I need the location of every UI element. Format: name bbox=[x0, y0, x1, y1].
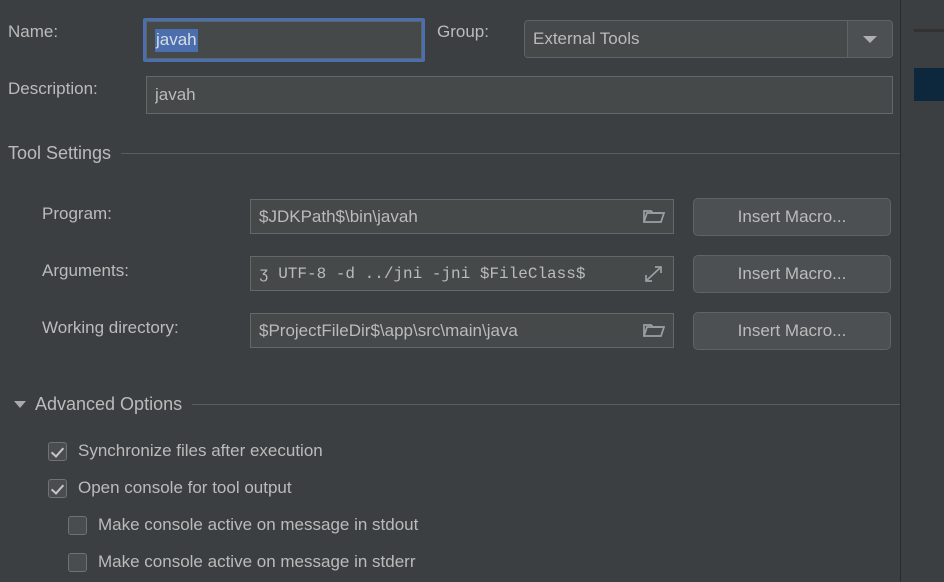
description-label: Description: bbox=[8, 79, 98, 98]
checkbox-synchronize-files[interactable]: Synchronize files after execution bbox=[48, 441, 323, 461]
checkbox-box[interactable] bbox=[48, 441, 67, 461]
section-divider bbox=[192, 404, 900, 405]
side-panel-divider bbox=[914, 29, 944, 32]
name-label: Name: bbox=[8, 22, 59, 41]
arguments-row-label: Arguments: bbox=[42, 261, 129, 281]
folder-icon[interactable] bbox=[643, 322, 665, 339]
name-input-inner[interactable]: javah bbox=[146, 21, 422, 59]
checkbox-label: Make console active on message in stderr bbox=[98, 552, 416, 571]
working-directory-input-value: $ProjectFileDir$\app\src\main\java bbox=[259, 320, 518, 340]
checkbox-label: Open console for tool output bbox=[78, 478, 292, 497]
checkbox-box[interactable] bbox=[68, 515, 87, 535]
section-divider bbox=[121, 153, 900, 154]
tool-settings-title: Tool Settings bbox=[8, 143, 112, 163]
checkbox-label: Make console active on message in stdout bbox=[98, 515, 419, 534]
arguments-input[interactable]: ʒ UTF-8 -d ../jni -jni $FileClass$ bbox=[250, 256, 674, 291]
name-input[interactable]: javah bbox=[143, 18, 425, 62]
group-dropdown[interactable]: External Tools bbox=[524, 20, 893, 58]
description-row: Description: bbox=[8, 79, 98, 99]
group-label: Group: bbox=[437, 22, 489, 41]
program-row-label: Program: bbox=[42, 204, 112, 224]
expand-icon[interactable] bbox=[643, 264, 665, 284]
arguments-label: Arguments: bbox=[42, 261, 129, 280]
insert-macro-working-directory-button[interactable]: Insert Macro... bbox=[693, 312, 891, 350]
advanced-options-title: Advanced Options bbox=[35, 394, 183, 414]
external-tool-editor-dialog: Name: javah Group: External Tools Descri… bbox=[0, 0, 944, 582]
group-dropdown-value[interactable]: External Tools bbox=[525, 21, 848, 57]
name-input-value: javah bbox=[155, 28, 198, 52]
insert-macro-program-button[interactable]: Insert Macro... bbox=[693, 198, 891, 236]
group-row: Group: bbox=[437, 22, 489, 42]
program-input-value: $JDKPath$\bin\javah bbox=[259, 206, 418, 226]
description-input[interactable]: javah bbox=[146, 76, 893, 114]
checkbox-open-console[interactable]: Open console for tool output bbox=[48, 478, 292, 498]
insert-macro-arguments-button[interactable]: Insert Macro... bbox=[693, 255, 891, 293]
arguments-input-value: ʒ UTF-8 -d ../jni -jni $FileClass$ bbox=[259, 264, 586, 283]
insert-macro-program-label: Insert Macro... bbox=[737, 207, 847, 226]
side-panel-selected-row[interactable] bbox=[914, 68, 944, 101]
insert-macro-arguments-label: Insert Macro... bbox=[737, 264, 847, 283]
advanced-options-section-header[interactable]: Advanced Options bbox=[14, 394, 900, 415]
program-label: Program: bbox=[42, 204, 112, 223]
triangle-down-icon[interactable] bbox=[14, 401, 26, 408]
program-input[interactable]: $JDKPath$\bin\javah bbox=[250, 199, 674, 234]
working-directory-label: Working directory: bbox=[42, 318, 179, 337]
chevron-down-icon[interactable] bbox=[848, 21, 892, 57]
checkbox-console-active-stdout[interactable]: Make console active on message in stdout bbox=[68, 515, 418, 535]
side-panel bbox=[900, 0, 944, 582]
insert-macro-working-directory-label: Insert Macro... bbox=[737, 321, 847, 340]
checkbox-console-active-stderr[interactable]: Make console active on message in stderr bbox=[68, 552, 416, 572]
checkbox-box[interactable] bbox=[48, 478, 67, 498]
name-row: Name: bbox=[8, 22, 58, 42]
working-directory-input[interactable]: $ProjectFileDir$\app\src\main\java bbox=[250, 313, 674, 348]
description-input-value: javah bbox=[155, 85, 196, 104]
checkbox-box[interactable] bbox=[68, 552, 87, 572]
working-directory-row-label: Working directory: bbox=[42, 318, 179, 338]
tool-settings-section-header: Tool Settings bbox=[8, 143, 900, 164]
checkbox-label: Synchronize files after execution bbox=[78, 441, 323, 460]
folder-icon[interactable] bbox=[643, 208, 665, 225]
